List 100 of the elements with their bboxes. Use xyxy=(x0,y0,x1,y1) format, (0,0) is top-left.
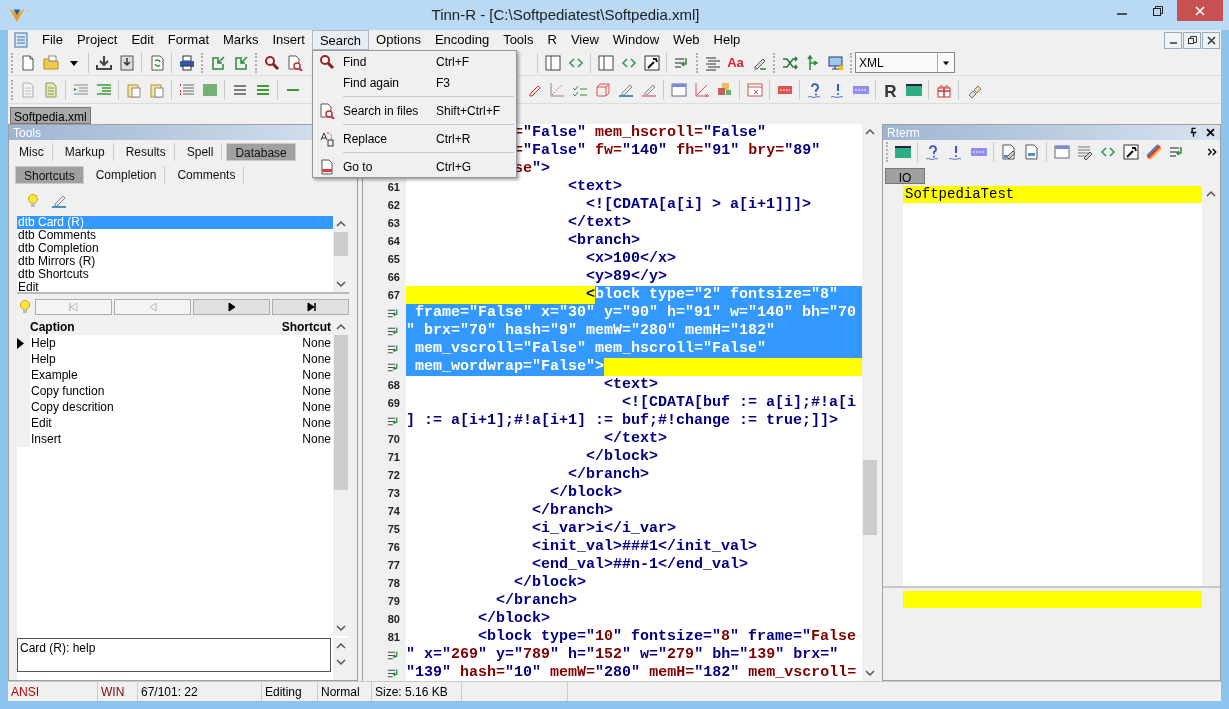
menu-item[interactable]: Web xyxy=(666,30,707,50)
replace-icon xyxy=(319,130,335,147)
monitor-icon[interactable] xyxy=(827,54,844,71)
save-icon[interactable] xyxy=(118,54,135,71)
line-number: 71 xyxy=(387,449,400,465)
last-icon xyxy=(304,302,317,312)
document-close-button[interactable] xyxy=(1202,31,1220,49)
scrollbar-thumb[interactable] xyxy=(863,460,877,535)
code-line: mem_vscroll="False" mem_hscroll="False" xyxy=(406,340,862,358)
scrollbar-thumb[interactable] xyxy=(334,232,348,256)
shortcut-label: Shift+Ctrl+F xyxy=(436,102,501,120)
menu-item[interactable]: File xyxy=(35,30,70,50)
window-icon[interactable] xyxy=(670,81,687,98)
last-record-button[interactable] xyxy=(272,299,349,315)
branch-icon[interactable] xyxy=(804,54,821,71)
window-icon[interactable] xyxy=(1053,144,1070,160)
download-icon[interactable] xyxy=(95,54,112,71)
list-item[interactable]: dtb Mirrors (R) xyxy=(17,255,333,268)
menu-item[interactable]: Window xyxy=(605,30,667,50)
menu-item[interactable]: Search xyxy=(311,30,370,50)
menu-command[interactable]: Search in files Shift+Ctrl+F xyxy=(313,100,516,121)
menu-command[interactable]: Find again F3 xyxy=(313,72,516,93)
printer-icon[interactable] xyxy=(178,54,195,71)
wrench-icon[interactable] xyxy=(643,54,660,71)
document-icon[interactable] xyxy=(1023,144,1040,160)
font-button[interactable]: Aa xyxy=(724,51,747,74)
squares-icon[interactable] xyxy=(716,81,733,98)
lines-icon[interactable] xyxy=(704,54,721,71)
status-field: WIN xyxy=(98,682,138,701)
menu-item[interactable]: Marks xyxy=(216,30,266,50)
question-icon[interactable] xyxy=(924,144,941,160)
close-icon[interactable] xyxy=(1205,127,1216,138)
clipboard-icon[interactable] xyxy=(148,81,165,98)
document-tab[interactable]: Softpedia.xml xyxy=(10,107,91,124)
list-item[interactable]: dtb Comments xyxy=(17,229,333,242)
line-number: 76 xyxy=(387,539,400,555)
chart-icon[interactable] xyxy=(693,81,710,98)
menu-item[interactable]: Edit xyxy=(124,30,161,50)
goto-icon xyxy=(319,158,335,175)
terminal-icon[interactable] xyxy=(905,81,922,98)
menu-item[interactable]: Project xyxy=(69,30,125,50)
menu-item[interactable]: Insert xyxy=(265,30,312,50)
text-pen-icon[interactable] xyxy=(1076,144,1093,160)
search-icon[interactable] xyxy=(263,54,280,71)
document-pen-icon[interactable] xyxy=(1000,144,1017,160)
tab[interactable]: Shortcuts xyxy=(15,166,84,184)
line-number: 79 xyxy=(387,593,400,609)
menu-item[interactable]: Tools xyxy=(496,30,541,50)
line-number: 65 xyxy=(387,251,400,267)
line-number: 64 xyxy=(387,233,400,249)
list-item[interactable]: Edit xyxy=(17,281,333,294)
status-field: 67/101: 22 xyxy=(138,682,262,701)
next-record-button[interactable] xyxy=(193,299,270,315)
next-icon xyxy=(225,302,238,312)
frame-arrow-icon[interactable] xyxy=(232,54,249,71)
menu-command[interactable]: Find Ctrl+F xyxy=(313,51,516,72)
scrollbar-thumb[interactable] xyxy=(334,335,348,490)
menu-item[interactable]: View xyxy=(563,30,606,50)
folder-icon[interactable] xyxy=(42,54,59,71)
cube-icon[interactable] xyxy=(594,81,611,98)
indent-icon[interactable] xyxy=(95,81,112,98)
document-restore-button[interactable] xyxy=(1183,31,1201,49)
tab[interactable]: Database xyxy=(226,143,296,161)
rainbow-icon[interactable] xyxy=(1145,144,1162,160)
tab[interactable]: IO xyxy=(885,168,925,184)
terminal-icon[interactable] xyxy=(894,144,911,160)
table-cell-text: Example xyxy=(30,367,79,384)
exclamation-icon[interactable] xyxy=(829,81,846,98)
first-icon xyxy=(67,302,80,312)
wrench-icon[interactable] xyxy=(1122,144,1139,160)
document-icon[interactable] xyxy=(19,54,36,71)
shuffle-icon[interactable] xyxy=(781,54,798,71)
language-select[interactable]: XML xyxy=(855,52,955,73)
menu-command-label: Go to xyxy=(342,158,374,176)
menu-item[interactable]: Encoding xyxy=(427,30,497,50)
line-number: 69 xyxy=(387,395,400,411)
search-document-icon[interactable] xyxy=(286,54,303,71)
r-button[interactable]: R xyxy=(879,78,902,101)
question-icon[interactable] xyxy=(806,81,823,98)
line-number: 62 xyxy=(387,197,400,213)
console-input[interactable] xyxy=(903,591,1202,608)
pin-icon[interactable] xyxy=(1188,127,1199,138)
pen-icon[interactable] xyxy=(51,193,67,209)
list-item[interactable]: dtb Shortcuts xyxy=(17,268,333,281)
menu-item[interactable]: Options xyxy=(369,30,428,50)
chevrons-right-icon[interactable] xyxy=(1206,146,1218,158)
refresh-icon[interactable] xyxy=(148,54,165,71)
document-minimize-button[interactable] xyxy=(1164,31,1182,49)
clipboard-icon[interactable] xyxy=(125,81,142,98)
menu-item[interactable]: Help xyxy=(706,30,748,50)
line-number: 73 xyxy=(387,485,400,501)
menu-item[interactable]: Format xyxy=(160,30,216,50)
frame-arrow-icon[interactable] xyxy=(209,54,226,71)
wrap-icon[interactable] xyxy=(1168,144,1185,160)
panel-icon[interactable] xyxy=(544,54,561,71)
window-close-icon[interactable] xyxy=(746,81,763,98)
list-item[interactable]: dtb Completion xyxy=(17,242,333,255)
panel-icon[interactable] xyxy=(597,54,614,71)
menu-item[interactable]: R xyxy=(540,30,564,50)
exclamation-icon[interactable] xyxy=(947,144,964,160)
